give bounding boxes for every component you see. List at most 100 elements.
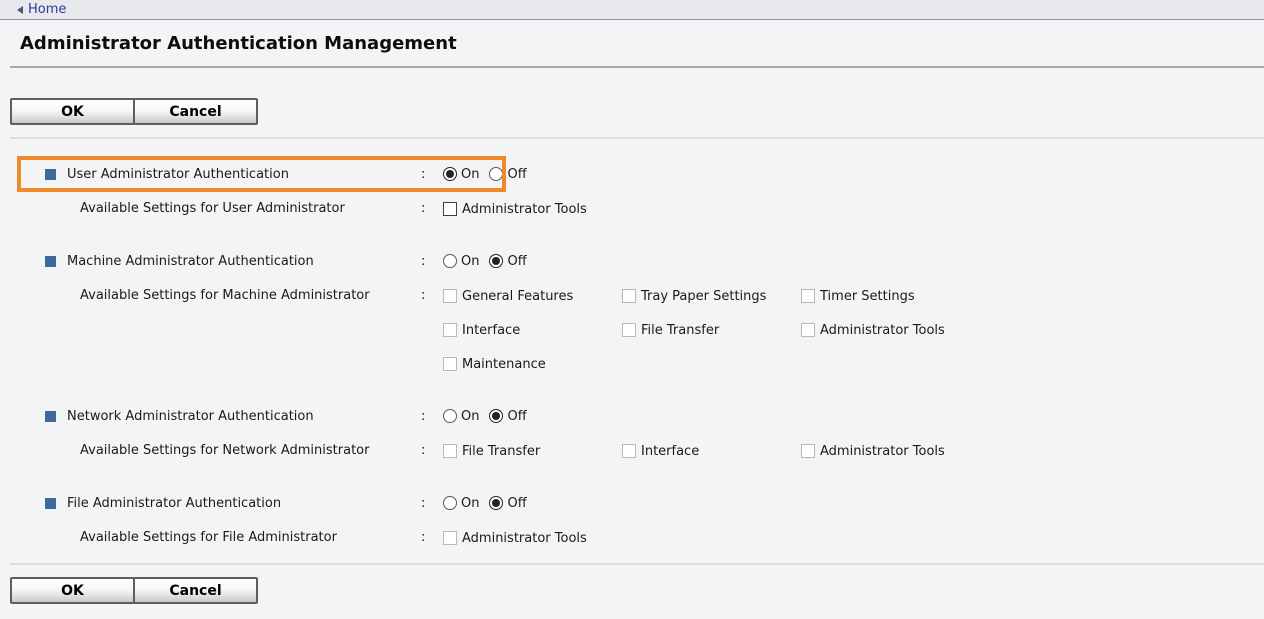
setting-item: File Transfer — [622, 320, 801, 340]
setting-item: Tray Paper Settings — [622, 286, 801, 306]
title-divider — [10, 66, 1264, 68]
checkbox — [801, 444, 815, 458]
radio-on[interactable] — [443, 254, 457, 268]
sections: User Administrator Authentication : On O… — [0, 139, 1264, 563]
admin-section-2: Network Administrator Authentication : O… — [0, 402, 1264, 461]
checkbox-label: File Transfer — [462, 444, 540, 459]
settings-grid: File Transfer Interface Administrator Tool… — [443, 441, 983, 461]
available-settings-row: Available Settings for Network Administr… — [0, 441, 1264, 461]
available-settings-label: Available Settings for User Administrato… — [80, 199, 421, 219]
checkbox[interactable] — [443, 202, 457, 216]
settings-grid: Administrator Tools — [443, 199, 983, 219]
admin-section-1: Machine Administrator Authentication : O… — [0, 247, 1264, 374]
setting-item: Administrator Tools — [801, 320, 980, 340]
setting-item: Interface — [622, 441, 801, 461]
section-bullet-icon — [45, 256, 56, 267]
radio-on-label: On — [461, 167, 479, 182]
setting-item: Administrator Tools — [443, 199, 622, 219]
settings-grid: General Features Tray Paper Settings Timer… — [443, 286, 983, 374]
colon: : — [421, 441, 443, 461]
top-navigation-bar: Home — [0, 0, 1264, 20]
auth-row: Network Administrator Authentication : O… — [0, 402, 1264, 430]
home-link[interactable]: Home — [17, 2, 66, 17]
section-label: User Administrator Authentication — [67, 167, 421, 182]
settings-grid: Administrator Tools — [443, 528, 983, 548]
ok-button[interactable]: OK — [10, 98, 135, 125]
colon: : — [421, 199, 443, 219]
checkbox-label: Interface — [462, 323, 520, 338]
checkbox-label: Maintenance — [462, 357, 546, 372]
available-settings-row: Available Settings for File Administrato… — [0, 528, 1264, 548]
auth-row: Machine Administrator Authentication : O… — [0, 247, 1264, 275]
radio-on[interactable] — [443, 496, 457, 510]
section-label: Network Administrator Authentication — [67, 409, 421, 424]
section-label: Machine Administrator Authentication — [67, 254, 421, 269]
checkbox-label: Administrator Tools — [820, 323, 945, 338]
colon: : — [421, 409, 443, 424]
checkbox — [801, 323, 815, 337]
section-bullet-icon — [45, 498, 56, 509]
section-bullet-icon — [45, 169, 56, 180]
setting-item: Administrator Tools — [801, 441, 980, 461]
checkbox — [443, 289, 457, 303]
available-settings-row: Available Settings for User Administrato… — [0, 199, 1264, 219]
checkbox — [443, 323, 457, 337]
content-bottom-divider — [10, 563, 1264, 565]
setting-item: Timer Settings — [801, 286, 980, 306]
checkbox-label: Interface — [641, 444, 699, 459]
radio-on[interactable] — [443, 409, 457, 423]
checkbox — [622, 289, 636, 303]
admin-section-3: File Administrator Authentication : On O… — [0, 489, 1264, 548]
home-link-label: Home — [28, 2, 66, 17]
radio-on-label: On — [461, 254, 479, 269]
page-title: Administrator Authentication Management — [0, 20, 1264, 66]
setting-item: Administrator Tools — [443, 528, 622, 548]
cancel-button[interactable]: Cancel — [133, 577, 258, 604]
available-settings-row: Available Settings for Machine Administr… — [0, 286, 1264, 374]
checkbox-label: General Features — [462, 289, 573, 304]
checkbox-label: Administrator Tools — [462, 202, 587, 217]
auth-radio-group: On Off — [443, 167, 537, 182]
colon: : — [421, 286, 443, 306]
radio-off[interactable] — [489, 409, 503, 423]
radio-on[interactable] — [443, 167, 457, 181]
admin-section-0: User Administrator Authentication : On O… — [0, 160, 1264, 219]
top-button-row: OK Cancel — [10, 98, 1264, 125]
radio-off-label: Off — [507, 254, 526, 269]
cancel-button[interactable]: Cancel — [133, 98, 258, 125]
setting-item: Interface — [443, 320, 622, 340]
checkbox — [622, 444, 636, 458]
colon: : — [421, 254, 443, 269]
checkbox — [622, 323, 636, 337]
checkbox-label: Timer Settings — [820, 289, 915, 304]
radio-off[interactable] — [489, 496, 503, 510]
auth-radio-group: On Off — [443, 409, 537, 424]
radio-off[interactable] — [489, 167, 503, 181]
checkbox — [443, 531, 457, 545]
radio-on-label: On — [461, 409, 479, 424]
checkbox — [443, 357, 457, 371]
checkbox-label: File Transfer — [641, 323, 719, 338]
colon: : — [421, 528, 443, 548]
auth-radio-group: On Off — [443, 254, 537, 269]
ok-button[interactable]: OK — [10, 577, 135, 604]
available-settings-label: Available Settings for Network Administr… — [80, 441, 421, 461]
checkbox-label: Tray Paper Settings — [641, 289, 766, 304]
radio-off-label: Off — [507, 167, 526, 182]
bottom-button-row: OK Cancel — [10, 577, 1264, 604]
auth-radio-group: On Off — [443, 496, 537, 511]
checkbox — [801, 289, 815, 303]
back-arrow-icon — [17, 6, 23, 14]
checkbox-label: Administrator Tools — [820, 444, 945, 459]
colon: : — [421, 496, 443, 511]
available-settings-label: Available Settings for Machine Administr… — [80, 286, 421, 306]
setting-item: General Features — [443, 286, 622, 306]
colon: : — [421, 167, 443, 182]
auth-row: User Administrator Authentication : On O… — [0, 160, 1264, 188]
setting-item: Maintenance — [443, 354, 622, 374]
radio-off-label: Off — [507, 409, 526, 424]
checkbox-label: Administrator Tools — [462, 531, 587, 546]
radio-off[interactable] — [489, 254, 503, 268]
setting-item: File Transfer — [443, 441, 622, 461]
auth-row: File Administrator Authentication : On O… — [0, 489, 1264, 517]
